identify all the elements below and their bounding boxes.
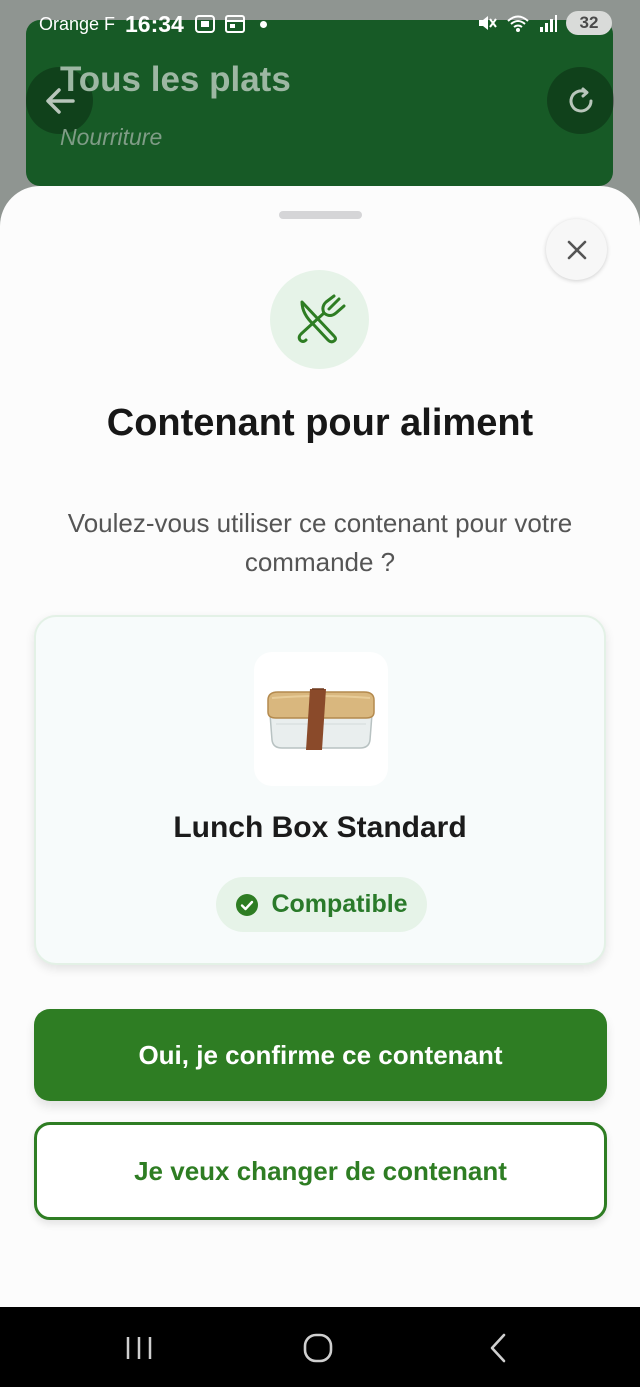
notification-dot-icon: [260, 20, 267, 28]
utensils-icon: [297, 294, 345, 343]
confirm-container-button[interactable]: Oui, je confirme ce contenant: [34, 1009, 607, 1101]
container-name: Lunch Box Standard: [173, 811, 467, 844]
status-bar: Orange F 16:34 32: [0, 0, 640, 50]
background-subtitle: Nourriture: [60, 124, 163, 150]
signal-icon: [540, 15, 557, 32]
back-nav-icon[interactable]: [480, 1329, 516, 1367]
compatible-badge: Compatible: [216, 877, 427, 932]
product-image: [254, 652, 388, 786]
battery-indicator: 32: [566, 11, 612, 35]
screenshot-icon: [195, 15, 215, 33]
refresh-icon: [569, 87, 592, 112]
navigation-bar: [0, 1307, 640, 1387]
drag-handle[interactable]: [279, 211, 362, 219]
calendar-icon: [225, 15, 245, 33]
dialog-title: Contenant pour aliment: [106, 402, 534, 444]
header-icon-circle: [270, 270, 369, 369]
background-title: Tous les plats: [60, 60, 291, 99]
close-button[interactable]: [546, 219, 607, 280]
container-card: Lunch Box Standard Compatible: [34, 615, 606, 965]
mute-icon: [479, 16, 497, 30]
compatible-label: Compatible: [271, 890, 408, 918]
change-container-button[interactable]: Je veux changer de contenant: [34, 1122, 607, 1220]
container-bottom-sheet: Contenant pour aliment Voulez-vous utili…: [0, 186, 640, 1307]
check-circle-icon: [236, 893, 259, 916]
close-icon: [567, 240, 586, 259]
dialog-question: Voulez-vous utiliser ce contenant pour v…: [67, 508, 573, 577]
home-icon[interactable]: [298, 1331, 338, 1365]
wifi-icon: [507, 15, 529, 32]
lunch-box-image-icon: [267, 688, 375, 750]
refresh-button: [547, 67, 614, 134]
recents-icon[interactable]: [120, 1331, 160, 1365]
carrier-label: Orange F: [39, 14, 116, 34]
clock: 16:34: [125, 11, 184, 37]
